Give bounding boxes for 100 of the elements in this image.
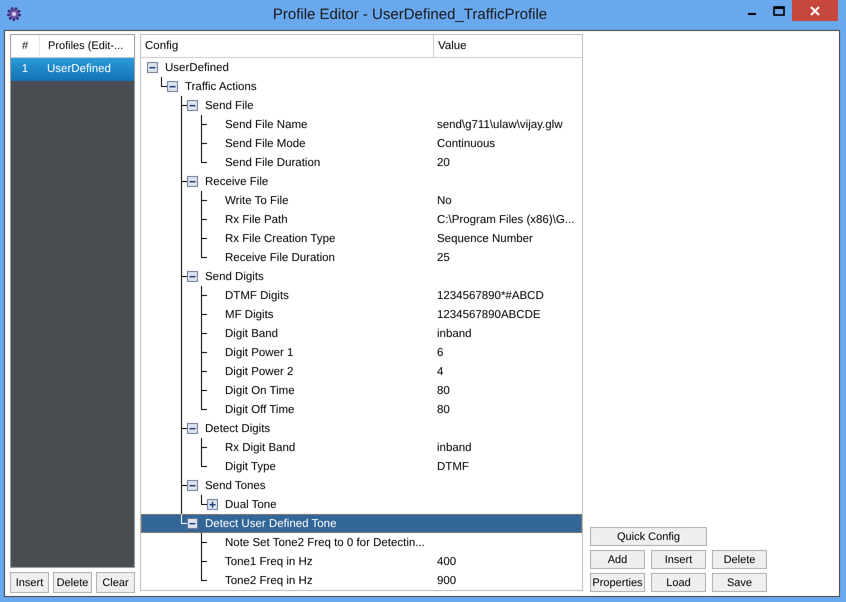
action-button[interactable]: Insert: [651, 550, 706, 569]
tree-row[interactable]: Note Set Tone2 Freq to 0 for Detectin...: [141, 533, 582, 552]
maximize-icon: [772, 6, 784, 16]
setting-name: Send File Mode: [225, 138, 306, 150]
setting-value: 1234567890ABCDE: [437, 308, 541, 320]
collapse-icon[interactable]: [167, 81, 178, 92]
action-button[interactable]: Load: [651, 573, 706, 592]
column-header[interactable]: Profiles (Edit-...: [39, 35, 134, 57]
setting-name: Tone1 Freq in Hz: [225, 556, 313, 568]
setting-value: 6: [437, 346, 444, 358]
setting-name: Digit Off Time: [225, 404, 294, 416]
collapse-icon[interactable]: [187, 176, 198, 187]
close-icon: [810, 6, 820, 16]
action-button[interactable]: Delete: [712, 550, 767, 569]
action-button[interactable]: Properties: [590, 573, 645, 592]
setting-value: DTMF: [437, 460, 469, 472]
column-header[interactable]: #: [11, 35, 39, 57]
setting-name: Tone2 Freq in Hz: [225, 574, 313, 586]
group-label: Send Digits: [205, 270, 264, 282]
tree-row[interactable]: Detect User Defined Tone: [141, 514, 582, 533]
setting-value: inband: [437, 442, 472, 454]
profile-row[interactable]: 1 UserDefined: [11, 58, 134, 81]
window-title: Profile Editor - UserDefined_TrafficProfile: [272, 5, 548, 25]
tree-row[interactable]: Rx Digit Band inband: [141, 438, 582, 457]
collapse-icon[interactable]: [187, 518, 198, 529]
setting-name: Digit On Time: [225, 384, 295, 396]
column-header[interactable]: Value: [434, 35, 467, 57]
group-label: Detect User Defined Tone: [205, 518, 336, 530]
setting-value: inband: [437, 328, 472, 340]
tree-row[interactable]: Send File Duration 20: [141, 153, 582, 172]
setting-value: 80: [437, 384, 450, 396]
setting-value: 80: [437, 404, 450, 416]
row-index: 1: [20, 62, 30, 77]
expand-icon[interactable]: [207, 499, 218, 510]
minimize-icon: [748, 12, 756, 14]
setting-value: 900: [437, 574, 456, 586]
setting-value: Sequence Number: [437, 232, 533, 244]
action-button[interactable]: Add: [590, 550, 645, 569]
setting-name: Rx File Creation Type: [225, 232, 336, 244]
collapse-icon[interactable]: [187, 480, 198, 491]
collapse-icon[interactable]: [187, 271, 198, 282]
group-label: Send Tones: [205, 480, 266, 492]
setting-name: Write To File: [225, 194, 288, 206]
tree-row[interactable]: Rx File Path C:\Program Files (x86)\G...: [141, 210, 582, 229]
close-button[interactable]: [792, 0, 838, 21]
tree-row[interactable]: Rx File Creation Type Sequence Number: [141, 229, 582, 248]
tree-row[interactable]: Traffic Actions: [141, 77, 582, 96]
tree-row[interactable]: Tone2 Freq in Hz 900: [141, 571, 582, 590]
group-label: Traffic Actions: [185, 80, 257, 92]
tree-row[interactable]: Detect Digits: [141, 419, 582, 438]
tree-row[interactable]: Receive File: [141, 172, 582, 191]
setting-value: C:\Program Files (x86)\G...: [437, 214, 574, 226]
group-label: Receive File: [205, 176, 268, 188]
setting-name: Send File Duration: [225, 156, 320, 168]
tree-row[interactable]: Digit Power 2 4: [141, 362, 582, 381]
action-button[interactable]: Save: [712, 573, 767, 592]
setting-value: 25: [437, 252, 450, 264]
tree-row[interactable]: Tone1 Freq in Hz 400: [141, 552, 582, 571]
group-label: Send File: [205, 100, 254, 112]
setting-value: No: [437, 194, 452, 206]
profile-button[interactable]: Clear: [96, 572, 135, 593]
tree-row[interactable]: Digit Band inband: [141, 324, 582, 343]
setting-value: Continuous: [437, 138, 496, 150]
setting-name: Digit Band: [225, 328, 278, 340]
collapse-icon[interactable]: [187, 423, 198, 434]
tree-row[interactable]: Send Digits: [141, 267, 582, 286]
column-header[interactable]: Config: [141, 35, 434, 57]
tree-row[interactable]: Digit On Time 80: [141, 381, 582, 400]
group-label: Detect Digits: [205, 422, 270, 434]
collapse-icon[interactable]: [147, 62, 158, 73]
tree-row[interactable]: Dual Tone: [141, 495, 582, 514]
setting-name: Receive File Duration: [225, 252, 335, 264]
setting-name: MF Digits: [225, 308, 274, 320]
profile-name: UserDefined: [46, 62, 111, 77]
setting-value: 1234567890*#ABCD: [437, 290, 544, 302]
setting-name: DTMF Digits: [225, 290, 289, 302]
tree-row[interactable]: MF Digits 1234567890ABCDE: [141, 305, 582, 324]
collapse-icon[interactable]: [187, 100, 198, 111]
setting-value: send\g711\ulaw\vijay.glw: [437, 118, 563, 130]
tree-row[interactable]: Digit Off Time 80: [141, 400, 582, 419]
profile-button[interactable]: Insert: [10, 572, 49, 593]
tree-row[interactable]: Send File Mode Continuous: [141, 134, 582, 153]
quick-config-button[interactable]: Quick Config: [590, 527, 707, 546]
profile-button[interactable]: Delete: [53, 572, 92, 593]
tree-row[interactable]: Digit Power 1 6: [141, 343, 582, 362]
setting-name: Digit Power 2: [225, 366, 294, 378]
tree-row[interactable]: Send File Name send\g711\ulaw\vijay.glw: [141, 115, 582, 134]
tree-row[interactable]: UserDefined: [141, 58, 582, 77]
tree-row[interactable]: Receive File Duration 25: [141, 248, 582, 267]
tree-row[interactable]: Send Tones: [141, 476, 582, 495]
setting-value: 20: [437, 156, 450, 168]
group-label: UserDefined: [165, 62, 229, 74]
tree-row[interactable]: Send File: [141, 96, 582, 115]
setting-value: 4: [437, 366, 444, 378]
tree-row[interactable]: Write To File No: [141, 191, 582, 210]
group-label: Dual Tone: [225, 498, 277, 510]
setting-name: Rx File Path: [225, 214, 288, 226]
tree-row[interactable]: Digit Type DTMF: [141, 457, 582, 476]
setting-name: Send File Name: [225, 118, 308, 130]
tree-row[interactable]: DTMF Digits 1234567890*#ABCD: [141, 286, 582, 305]
